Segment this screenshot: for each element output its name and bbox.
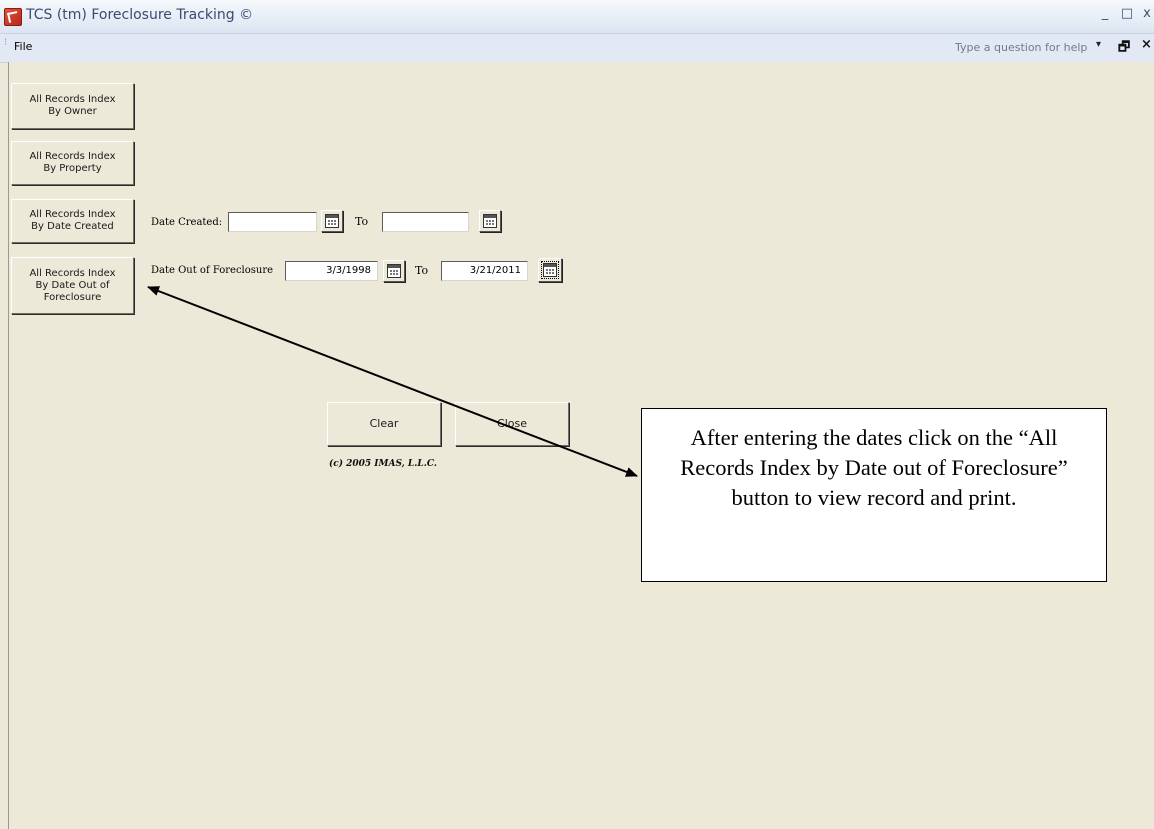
help-dropdown-icon[interactable]: ▾ (1096, 39, 1101, 50)
menu-grip-icon: ⁝ (4, 37, 8, 48)
close-button-form[interactable]: Close (455, 402, 569, 446)
all-records-by-date-created-button[interactable]: All Records Index By Date Created (11, 199, 134, 243)
close-button[interactable]: x (1139, 6, 1154, 21)
date-out-from-field[interactable]: 3/3/1998 (285, 261, 378, 281)
window-title: TCS (tm) Foreclosure Tracking © (26, 7, 254, 23)
clear-button[interactable]: Clear (327, 402, 441, 446)
all-records-by-date-out-button[interactable]: All Records Index By Date Out of Foreclo… (11, 257, 134, 314)
menu-bar: ⁝ File Type a question for help ▾ 🗗 × (0, 34, 1154, 63)
maximize-button[interactable]: □ (1119, 6, 1135, 21)
restore-window-icon[interactable]: 🗗 (1118, 38, 1130, 60)
date-created-to-field[interactable] (382, 212, 469, 232)
date-created-to-calendar-button[interactable] (479, 210, 501, 232)
close-form-icon[interactable]: × (1141, 37, 1152, 52)
title-bar: TCS (tm) Foreclosure Tracking © _ □ x (0, 0, 1154, 34)
copyright-text: (c) 2005 IMAS, L.L.C. (329, 459, 437, 469)
date-created-from-field[interactable] (228, 212, 317, 232)
calendar-icon (325, 214, 339, 228)
access-app-icon (4, 8, 22, 26)
date-out-label: Date Out of Foreclosure (151, 265, 274, 276)
date-out-to-calendar-button[interactable] (538, 258, 562, 282)
instruction-callout: After entering the dates click on the “A… (641, 408, 1107, 582)
help-question-input[interactable]: Type a question for help (955, 39, 1087, 56)
calendar-icon (543, 263, 557, 277)
minimize-button[interactable]: _ (1097, 6, 1113, 21)
date-out-to-label: To (415, 264, 429, 277)
date-out-to-field[interactable]: 3/21/2011 (441, 261, 528, 281)
date-out-from-calendar-button[interactable] (383, 260, 405, 282)
all-records-by-property-button[interactable]: All Records Index By Property (11, 141, 134, 185)
date-created-to-label: To (355, 215, 369, 228)
date-created-from-calendar-button[interactable] (321, 210, 343, 232)
calendar-icon (483, 214, 497, 228)
date-created-label: Date Created: (151, 217, 223, 228)
calendar-icon (387, 264, 401, 278)
menu-file[interactable]: File (14, 40, 32, 53)
all-records-by-owner-button[interactable]: All Records Index By Owner (11, 83, 134, 129)
